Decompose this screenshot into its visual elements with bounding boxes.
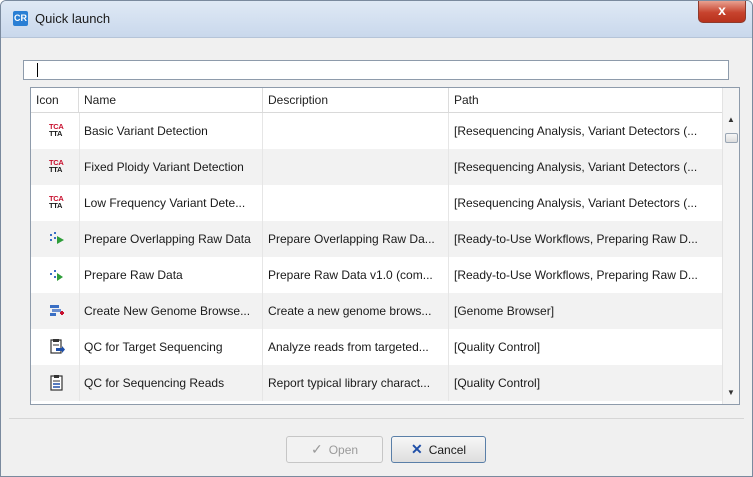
genome-browser-icon [50, 305, 64, 316]
header-description[interactable]: Description [263, 88, 449, 112]
scroll-down-arrow-icon[interactable]: ▼ [727, 388, 735, 397]
table-row[interactable]: TCA TTA Basic Variant Detection [Resequen… [31, 113, 723, 149]
cancel-button-label: Cancel [428, 442, 467, 457]
tools-table: Icon Name Description Path TCA TTA Basic … [30, 87, 740, 405]
header-icon[interactable]: Icon [31, 88, 79, 112]
cancel-button[interactable]: ✕ Cancel [391, 436, 486, 463]
title-bar: CR Quick launch x [1, 1, 752, 38]
row-description [263, 149, 449, 185]
open-button[interactable]: ✓ Open [286, 436, 383, 463]
table-header: Icon Name Description Path [31, 88, 723, 113]
row-path: [Quality Control] [454, 376, 541, 390]
row-path: [Resequencing Analysis, Variant Detector… [454, 196, 698, 210]
app-icon: CR [13, 11, 28, 26]
open-button-label: Open [328, 442, 359, 457]
header-path[interactable]: Path [449, 88, 723, 112]
row-description [263, 113, 449, 149]
row-path: [Quality Control] [454, 340, 541, 354]
workflow-icon [50, 232, 64, 244]
row-name: QC for Sequencing Reads [79, 365, 263, 401]
row-name: Create New Genome Browse... [79, 293, 263, 329]
scroll-up-arrow-icon[interactable]: ▲ [727, 115, 735, 124]
row-description: Report typical library charact... [263, 365, 449, 401]
row-name: Prepare Overlapping Raw Data [79, 221, 263, 257]
qc-report-icon [50, 375, 63, 391]
tca-tta-icon: TCA TTA [49, 194, 64, 210]
row-path: [Resequencing Analysis, Variant Detector… [454, 160, 698, 174]
row-description: Prepare Raw Data v1.0 (com... [263, 257, 449, 293]
row-name: Prepare Raw Data [79, 257, 263, 293]
close-button[interactable]: x [698, 1, 746, 23]
search-input[interactable] [23, 60, 729, 80]
dialog-title: Quick launch [35, 11, 111, 26]
row-name: Fixed Ploidy Variant Detection [79, 149, 263, 185]
table-row[interactable]: Prepare Overlapping Raw Data Prepare Ove… [31, 221, 723, 257]
row-name: QC for Target Sequencing [79, 329, 263, 365]
checkmark-icon: ✓ [310, 441, 323, 457]
row-description: Prepare Overlapping Raw Da... [263, 221, 449, 257]
scroll-thumb[interactable] [725, 133, 738, 143]
divider [9, 418, 744, 419]
text-caret [37, 63, 38, 77]
table-row[interactable]: QC for Sequencing Reads Report typical l… [31, 365, 723, 401]
row-description: Analyze reads from targeted... [263, 329, 449, 365]
table-row[interactable]: TCA TTA Low Frequency Variant Dete... [Re… [31, 185, 723, 221]
table-row[interactable]: Create New Genome Browse... Create a new… [31, 293, 723, 329]
row-description [263, 185, 449, 221]
vertical-scrollbar[interactable]: ▲ ▼ [722, 88, 739, 404]
row-name: Low Frequency Variant Dete... [79, 185, 263, 221]
table-row[interactable]: QC for Target Sequencing Analyze reads f… [31, 329, 723, 365]
table-row[interactable]: Prepare Raw Data Prepare Raw Data v1.0 (… [31, 257, 723, 293]
row-name: Basic Variant Detection [79, 113, 263, 149]
row-path: [Ready-to-Use Workflows, Preparing Raw D… [454, 268, 698, 282]
qc-report-icon [50, 339, 65, 354]
tca-tta-icon: TCA TTA [49, 158, 64, 174]
cross-icon: ✕ [410, 441, 423, 457]
row-path: [Genome Browser] [454, 304, 555, 318]
row-description: Create a new genome brows... [263, 293, 449, 329]
table-row[interactable]: TCA TTA Fixed Ploidy Variant Detection [R… [31, 149, 723, 185]
row-path: [Resequencing Analysis, Variant Detector… [454, 124, 698, 138]
tca-tta-icon: TCA TTA [49, 122, 64, 138]
workflow-icon [50, 270, 63, 281]
header-name[interactable]: Name [79, 88, 263, 112]
row-path: [Ready-to-Use Workflows, Preparing Raw D… [454, 232, 698, 246]
